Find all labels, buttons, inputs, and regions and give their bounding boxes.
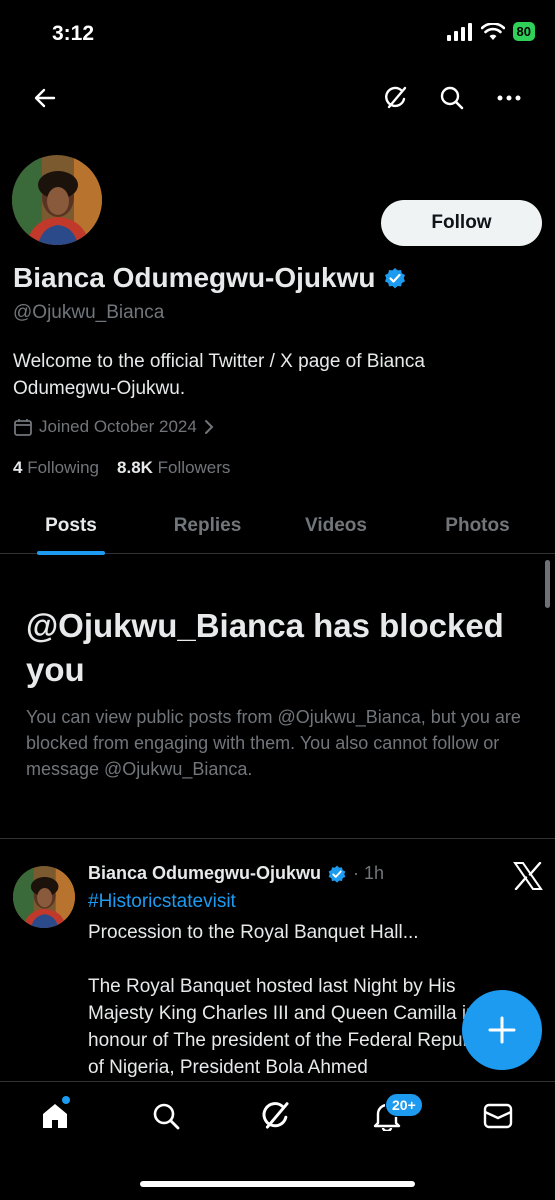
tab-replies[interactable]: Replies (150, 498, 265, 553)
profile-display-name: Bianca Odumegwu-Ojukwu (13, 262, 407, 294)
joined-date[interactable]: Joined October 2024 (13, 417, 215, 437)
tweet-text: Procession to the Royal Banquet Hall... … (88, 922, 492, 1078)
top-nav (0, 75, 555, 121)
home-icon (43, 1104, 67, 1128)
notifications-badge: 20+ (385, 1093, 423, 1117)
status-bar: 3:12 80 (0, 0, 555, 70)
tweet-author-name[interactable]: Bianca Odumegwu-Ojukwu (88, 863, 321, 884)
profile-tabs: Posts Replies Videos Photos (0, 498, 555, 555)
followers-label: Followers (157, 458, 231, 477)
grok-icon (262, 1102, 289, 1129)
nav-search[interactable] (138, 1096, 194, 1136)
battery-indicator: 80 (512, 22, 535, 41)
wifi-icon (480, 22, 505, 40)
x-logo-icon[interactable] (513, 861, 543, 891)
verified-badge-icon[interactable] (383, 266, 407, 290)
signal-icon (446, 22, 472, 41)
nav-home[interactable] (27, 1096, 83, 1136)
mail-icon (483, 1103, 513, 1129)
back-arrow-icon (34, 88, 56, 108)
chevron-right-icon (204, 420, 214, 434)
verified-badge-icon (328, 865, 346, 883)
following-count: 4 (13, 458, 23, 477)
joined-text: Joined October 2024 (39, 417, 197, 436)
back-button[interactable] (22, 75, 68, 121)
tab-posts[interactable]: Posts (18, 498, 124, 553)
search-icon (153, 1103, 180, 1130)
tweet-hashtag[interactable]: #Historicstatevisit (88, 891, 236, 913)
grok-button[interactable] (373, 75, 419, 121)
following-stat[interactable]: 4 Following (13, 458, 99, 478)
status-time: 3:12 (52, 22, 95, 45)
section-divider (0, 838, 555, 839)
home-unread-dot (62, 1096, 70, 1104)
plus-icon (488, 1016, 516, 1044)
tweet-header: Bianca Odumegwu-Ojukwu · 1h (88, 863, 384, 884)
more-icon (497, 95, 521, 101)
tweet-author-avatar[interactable] (13, 866, 75, 928)
nav-messages[interactable] (470, 1096, 526, 1136)
followers-count: 8.8K (117, 458, 153, 477)
compose-button[interactable] (462, 990, 542, 1070)
tab-videos[interactable]: Videos (282, 498, 390, 553)
profile-stats: 4 Following 8.8K Followers (13, 458, 230, 478)
blocked-description: You can view public posts from @Ojukwu_B… (26, 707, 521, 779)
following-label: Following (27, 458, 100, 477)
profile-avatar[interactable] (12, 155, 102, 245)
search-button[interactable] (429, 75, 475, 121)
grok-icon (385, 86, 407, 109)
followers-stat[interactable]: 8.8K Followers (117, 458, 230, 478)
display-name-text: Bianca Odumegwu-Ojukwu (13, 262, 376, 293)
tab-photos[interactable]: Photos (420, 498, 535, 553)
follow-button[interactable]: Follow (381, 200, 542, 246)
more-button[interactable] (486, 75, 532, 121)
home-indicator[interactable] (140, 1181, 415, 1187)
tweet-timestamp: · 1h (353, 863, 385, 883)
search-icon (440, 86, 464, 110)
calendar-icon (14, 419, 32, 436)
blocked-title: @Ojukwu_Bianca has blocked you (26, 607, 504, 688)
tab-active-indicator (37, 551, 105, 555)
profile-bio: Welcome to the official Twitter / X page… (13, 351, 425, 399)
scrollbar-thumb[interactable] (545, 560, 550, 608)
nav-grok[interactable] (248, 1096, 304, 1136)
profile-handle: @Ojukwu_Bianca (13, 302, 165, 323)
